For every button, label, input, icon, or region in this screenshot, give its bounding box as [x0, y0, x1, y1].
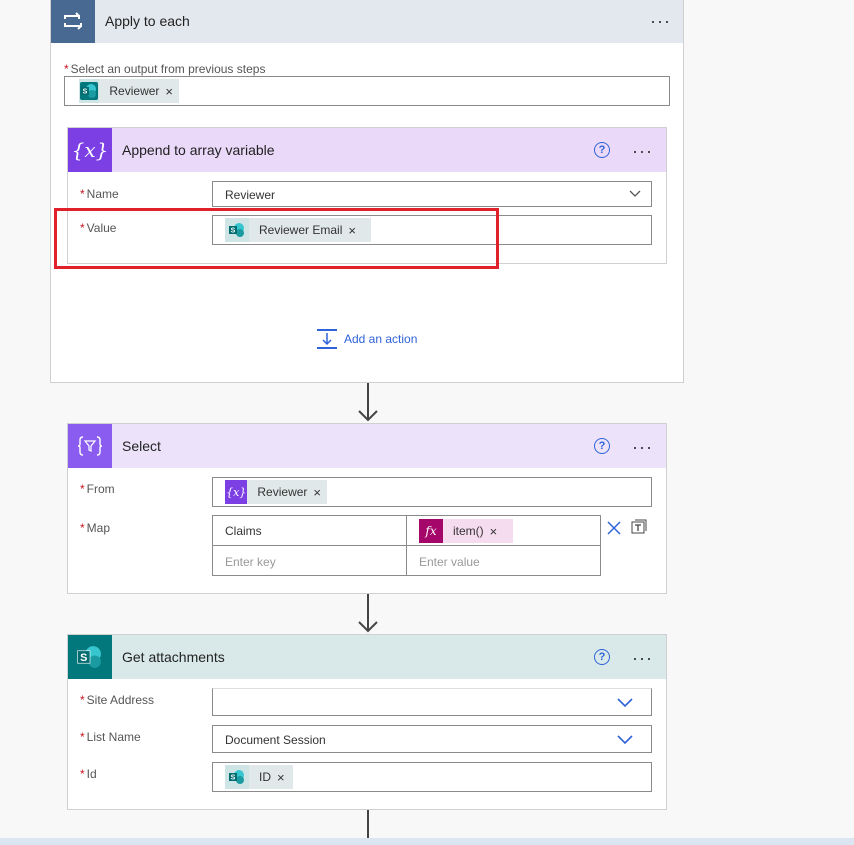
id-token[interactable]: S ID × — [225, 765, 293, 789]
loop-icon-tile — [51, 0, 95, 43]
remove-id-token[interactable]: × — [277, 770, 291, 785]
map-key-input[interactable]: Enter key — [212, 545, 407, 576]
connector-arrow-icon — [358, 621, 378, 633]
delete-row-icon[interactable] — [607, 521, 621, 535]
list-name-label: * List Name — [80, 730, 141, 744]
get-attachments-help-icon[interactable]: ? — [594, 649, 610, 665]
svg-text:S: S — [80, 652, 87, 664]
value-placeholder: Enter value — [419, 555, 480, 569]
chevron-down-icon — [617, 698, 633, 708]
remove-from-reviewer-token[interactable]: × — [313, 485, 327, 500]
select-help-icon[interactable]: ? — [594, 438, 610, 454]
from-reviewer-token[interactable]: {x} Reviewer × — [225, 480, 327, 504]
name-dropdown-value: Reviewer — [225, 188, 276, 202]
append-array-title: Append to array variable — [122, 142, 275, 158]
sharepoint-icon: S — [79, 79, 100, 103]
get-attachments-more-button[interactable]: ··· — [632, 649, 653, 667]
select-output-field[interactable]: S Reviewer × — [64, 76, 670, 106]
select-more-button[interactable]: ··· — [632, 438, 653, 456]
list-name-value: Document Session — [225, 733, 326, 747]
item-expression-label: item() — [453, 524, 484, 538]
key-placeholder: Enter key — [225, 555, 276, 569]
map-value-input[interactable]: Enter value — [406, 545, 601, 576]
bottom-status-strip — [0, 838, 854, 845]
select-output-label: * Select an output from previous steps — [64, 62, 266, 76]
svg-text:S: S — [83, 89, 88, 96]
apply-to-each-more-button[interactable]: ··· — [650, 12, 671, 30]
map-key-text: Claims — [225, 524, 262, 538]
add-action-button[interactable]: Add an action — [317, 329, 417, 349]
from-label: * From — [80, 482, 115, 496]
remove-item-expression-token[interactable]: × — [490, 524, 504, 539]
variable-icon: {x} — [225, 480, 248, 504]
chevron-down-icon — [629, 190, 641, 197]
reviewer-token-label: Reviewer — [109, 84, 160, 98]
variable-icon-tile: {x} — [68, 128, 112, 172]
sharepoint-icon: S — [225, 765, 249, 789]
list-name-dropdown[interactable]: Document Session — [212, 725, 652, 753]
map-label: * Map — [80, 521, 111, 535]
connector-arrow-icon — [358, 410, 378, 422]
chevron-down-icon — [617, 735, 633, 745]
function-icon: fx — [419, 519, 443, 543]
select-icon-tile — [68, 424, 112, 468]
name-dropdown[interactable]: Reviewer — [212, 181, 652, 207]
select-title: Select — [122, 438, 161, 454]
site-address-dropdown[interactable] — [212, 688, 652, 716]
fx-glyph: fx — [425, 524, 437, 538]
id-token-label: ID — [259, 770, 271, 784]
variable-icon: {x} — [71, 138, 109, 162]
sharepoint-icon: S — [77, 646, 101, 668]
loop-icon — [64, 11, 82, 30]
append-more-button[interactable]: ··· — [632, 142, 653, 160]
select-filter-icon — [78, 436, 102, 456]
name-label: * Name — [80, 187, 119, 201]
switch-text-mode-icon[interactable] — [631, 519, 647, 535]
from-reviewer-token-label: Reviewer — [257, 485, 308, 499]
remove-reviewer-token[interactable]: × — [165, 84, 179, 99]
apply-to-each-title: Apply to each — [105, 13, 190, 29]
item-expression-token[interactable]: fx item() × — [419, 519, 513, 543]
map-value-cell[interactable]: fx item() × — [406, 515, 601, 546]
get-attachments-title: Get attachments — [122, 649, 225, 665]
site-address-label: * Site Address — [80, 693, 155, 707]
svg-text:S: S — [231, 775, 236, 782]
append-help-icon[interactable]: ? — [594, 142, 610, 158]
reviewer-token[interactable]: S Reviewer × — [79, 79, 179, 103]
id-field[interactable]: S ID × — [212, 762, 652, 792]
map-key-cell[interactable]: Claims — [212, 515, 407, 546]
insert-step-icon — [317, 329, 337, 349]
highlight-box — [54, 208, 499, 269]
id-label: * Id — [80, 767, 97, 781]
add-action-label: Add an action — [344, 332, 418, 346]
from-field[interactable]: {x} Reviewer × — [212, 477, 652, 507]
variable-glyph: {x} — [226, 485, 247, 499]
sharepoint-icon-tile: S — [68, 635, 112, 679]
